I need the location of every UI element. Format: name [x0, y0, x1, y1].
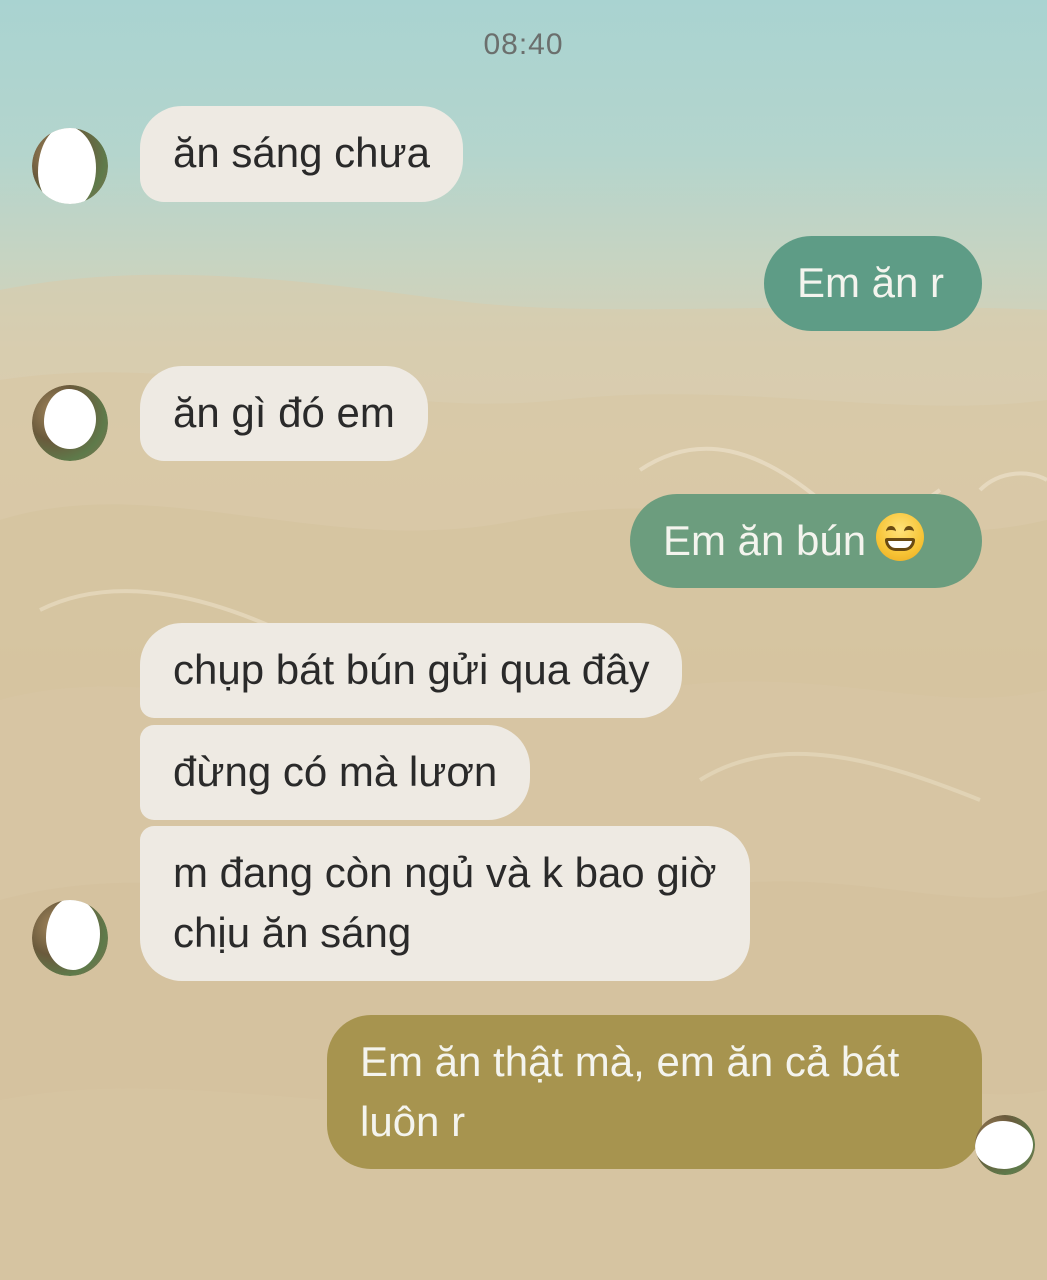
contact-avatar[interactable] — [32, 900, 108, 976]
outgoing-message-bubble[interactable]: Em ăn bún — [630, 494, 982, 588]
message-text-line: chịu ăn sáng — [173, 909, 412, 956]
my-avatar[interactable] — [975, 1115, 1035, 1175]
incoming-message-bubble[interactable]: ăn gì đó em — [140, 366, 428, 461]
message-text-line: Em ăn thật mà, em ăn cả bát — [360, 1038, 900, 1085]
contact-avatar[interactable] — [32, 385, 108, 461]
message-text: đừng có mà lươn — [173, 748, 498, 795]
incoming-message-bubble[interactable]: m đang còn ngủ và k bao giờ chịu ăn sáng — [140, 826, 750, 981]
message-text: Em ăn r — [797, 259, 945, 306]
outgoing-message-bubble[interactable]: Em ăn thật mà, em ăn cả bát luôn r — [327, 1015, 982, 1169]
outgoing-message-bubble[interactable]: Em ăn r — [764, 236, 982, 331]
incoming-message-bubble[interactable]: đừng có mà lươn — [140, 725, 531, 820]
message-text: chụp bát bún gửi qua đây — [173, 646, 650, 693]
message-text-line: m đang còn ngủ và k bao giờ — [173, 849, 717, 896]
grinning-face-icon — [876, 513, 925, 561]
incoming-message-bubble[interactable]: ăn sáng chưa — [140, 106, 463, 202]
incoming-message-bubble[interactable]: chụp bát bún gửi qua đây — [140, 623, 683, 718]
message-text: ăn sáng chưa — [173, 129, 430, 176]
contact-avatar[interactable] — [32, 128, 108, 204]
message-text: Em ăn bún — [663, 517, 867, 564]
message-text: ăn gì đó em — [173, 389, 395, 436]
message-text-line: luôn r — [360, 1098, 466, 1145]
message-timestamp: 08:40 — [483, 28, 564, 61]
